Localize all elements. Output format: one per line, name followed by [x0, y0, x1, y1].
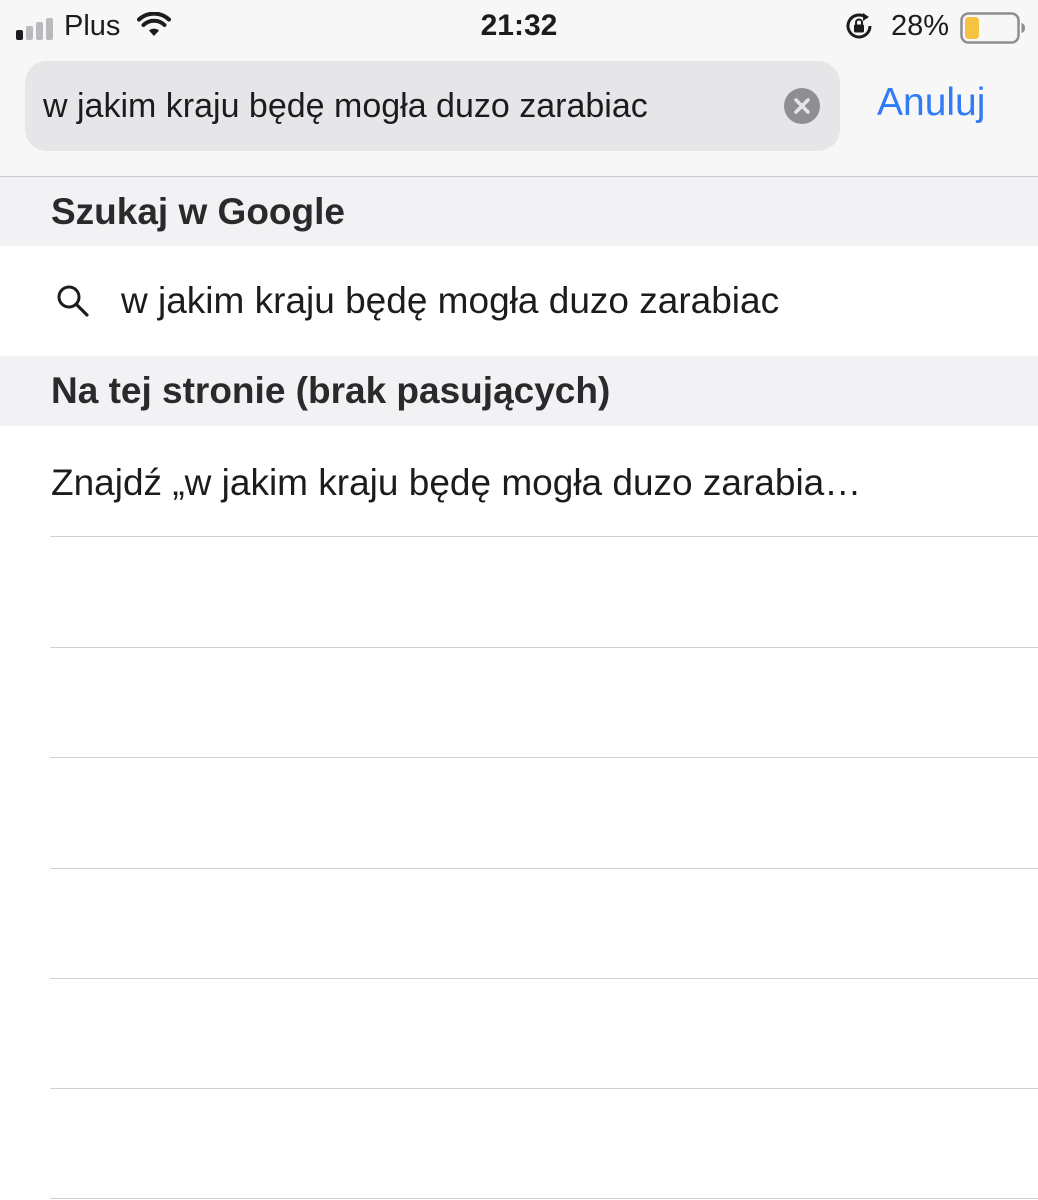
google-suggestion-text: w jakim kraju będę mogła duzo zarabiac	[121, 280, 780, 321]
list-separator	[50, 868, 1038, 869]
section-header-google: Szukaj w Google	[0, 177, 1038, 246]
search-icon	[55, 283, 91, 324]
list-separator	[50, 647, 1038, 648]
section-title-on-page: Na tej stronie (brak pasujących)	[51, 370, 611, 411]
rotation-lock-icon	[842, 9, 876, 48]
search-input[interactable]: w jakim kraju będę mogła duzo zarabiac	[25, 61, 840, 151]
list-separator	[50, 757, 1038, 758]
clear-icon[interactable]	[784, 88, 820, 124]
find-on-page-label: Znajdź „w jakim kraju będę mogła duzo za…	[51, 462, 862, 503]
list-separator	[50, 536, 1038, 537]
battery-percentage: 28%	[891, 10, 950, 42]
section-title-google: Szukaj w Google	[51, 191, 345, 232]
list-separator	[50, 1198, 1038, 1199]
list-separator	[50, 1088, 1038, 1089]
status-time: 21:32	[480, 9, 558, 42]
status-bar: Plus 21:32 28%	[0, 0, 1038, 54]
search-query-text[interactable]: w jakim kraju będę mogła duzo zarabiac	[43, 87, 648, 126]
section-header-on-page: Na tej stronie (brak pasujących)	[0, 356, 1038, 426]
find-on-page-row[interactable]: Znajdź „w jakim kraju będę mogła duzo za…	[0, 426, 1038, 536]
battery-icon	[960, 12, 1026, 49]
google-suggestion-row[interactable]: w jakim kraju będę mogła duzo zarabiac	[0, 246, 1038, 356]
search-header: w jakim kraju będę mogła duzo zarabiac A…	[0, 54, 1038, 177]
list-separator	[50, 978, 1038, 979]
cancel-button[interactable]: Anuluj	[877, 81, 985, 125]
